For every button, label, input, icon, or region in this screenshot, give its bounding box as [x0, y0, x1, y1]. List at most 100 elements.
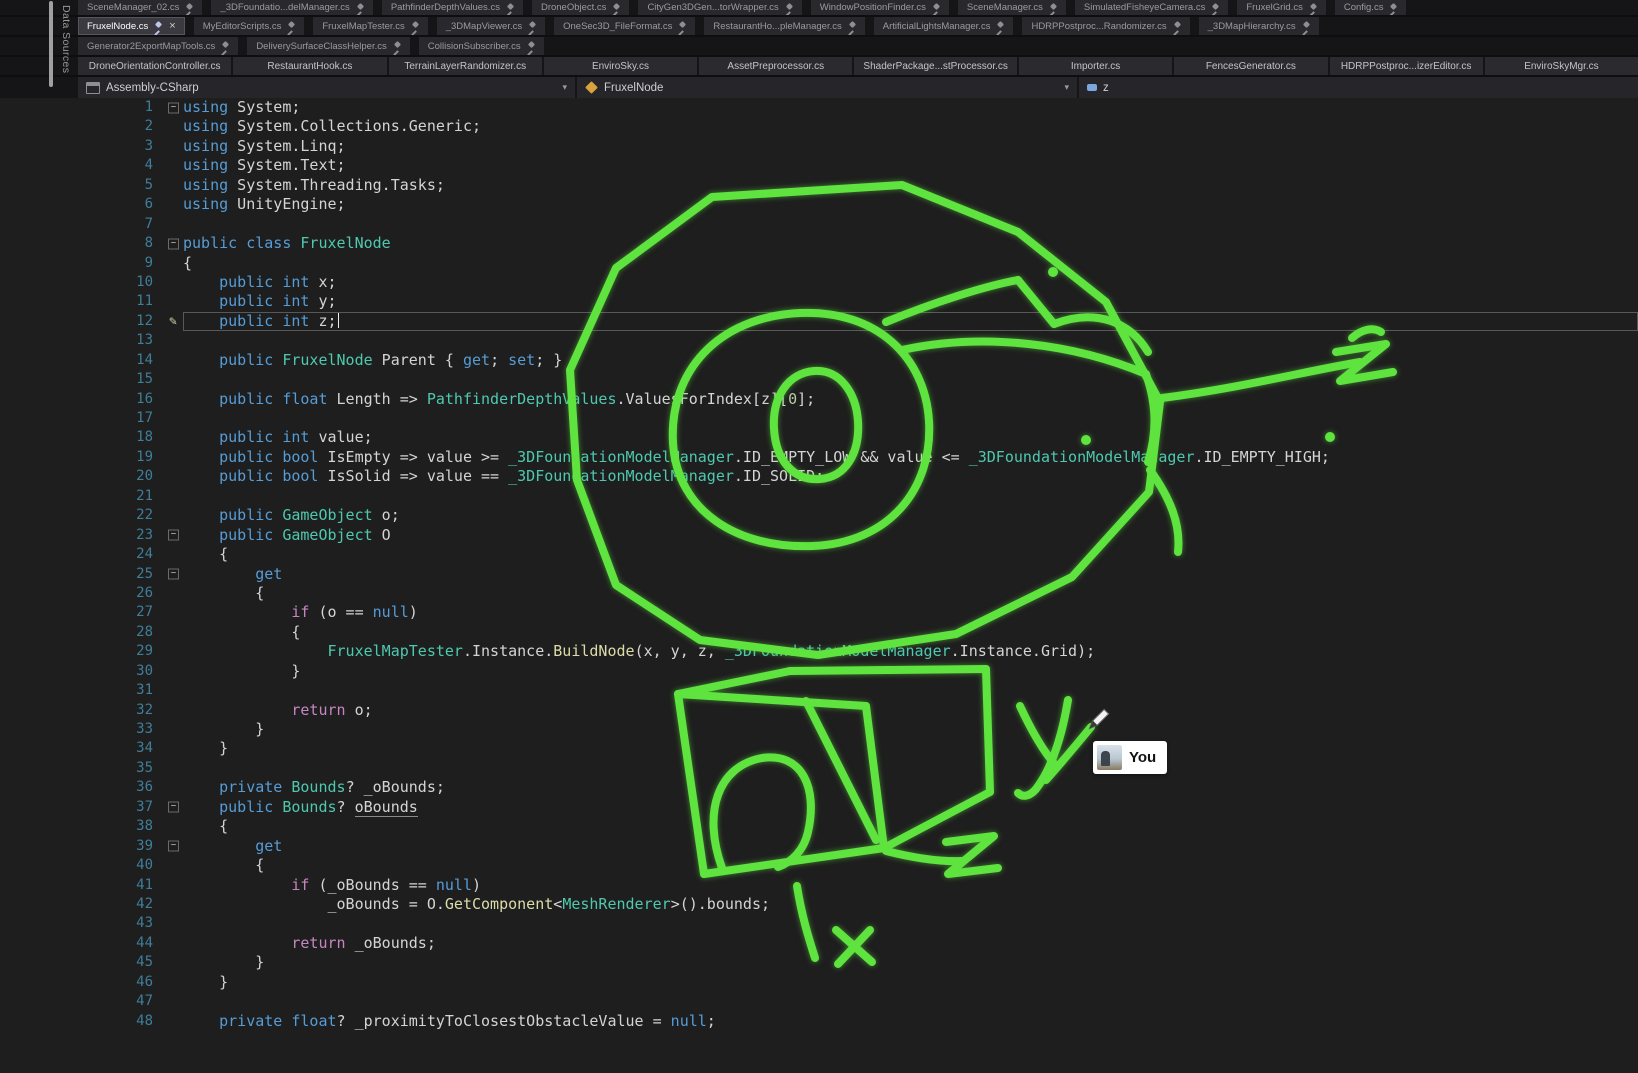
code-line[interactable]: 26 {: [0, 584, 1638, 603]
pin-icon[interactable]: [153, 21, 162, 31]
file-tab[interactable]: PathfinderDepthValues.cs: [382, 0, 523, 15]
pin-icon[interactable]: [1301, 21, 1310, 31]
code-line[interactable]: 11 public int y;: [0, 292, 1638, 311]
code-line[interactable]: 45 }: [0, 953, 1638, 972]
pin-icon[interactable]: [1210, 3, 1219, 13]
fold-toggle-icon[interactable]: [168, 802, 179, 813]
code-line[interactable]: 42 _oBounds = O.GetComponent<MeshRendere…: [0, 895, 1638, 914]
pin-icon[interactable]: [995, 21, 1004, 31]
fold-toggle-icon[interactable]: [168, 841, 179, 852]
code-editor[interactable]: 1using System;2using System.Collections.…: [0, 98, 1638, 1073]
code-line[interactable]: 14 public FruxelNode Parent { get; set; …: [0, 351, 1638, 370]
file-tab[interactable]: FruxelGrid.cs: [1237, 0, 1325, 15]
code-line[interactable]: 10 public int x;: [0, 273, 1638, 292]
code-line[interactable]: 25 get: [0, 565, 1638, 584]
file-tab[interactable]: Generator2ExportMapTools.cs: [78, 37, 238, 55]
file-tab[interactable]: TerrainLayerRandomizer.cs: [389, 57, 542, 75]
pin-icon[interactable]: [526, 41, 535, 51]
file-tab[interactable]: FruxelNode.cs×: [78, 17, 185, 35]
code-line[interactable]: 27 if (o == null): [0, 603, 1638, 622]
code-line[interactable]: 18 public int value;: [0, 428, 1638, 447]
fold-toggle-icon[interactable]: [168, 569, 179, 580]
code-line[interactable]: 3using System.Linq;: [0, 137, 1638, 156]
file-tab[interactable]: MyEditorScripts.cs: [194, 17, 305, 35]
file-tab[interactable]: OneSec3D_FileFormat.cs: [554, 17, 695, 35]
close-icon[interactable]: ×: [169, 20, 175, 32]
code-line[interactable]: 48 private float? _proximityToClosestObs…: [0, 1012, 1638, 1031]
code-line[interactable]: 16 public float Length => PathfinderDept…: [0, 390, 1638, 409]
pin-icon[interactable]: [677, 21, 686, 31]
file-tab[interactable]: FencesGenerator.cs: [1174, 57, 1327, 75]
code-line[interactable]: 47: [0, 992, 1638, 1011]
fold-toggle-icon[interactable]: [168, 530, 179, 541]
file-tab[interactable]: DeliverySurfaceClassHelper.cs: [247, 37, 409, 55]
pin-icon[interactable]: [392, 41, 401, 51]
code-line[interactable]: 43: [0, 914, 1638, 933]
file-tab[interactable]: _3DMapHierarchy.cs: [1199, 17, 1319, 35]
code-line[interactable]: 46 }: [0, 973, 1638, 992]
code-line[interactable]: 31: [0, 681, 1638, 700]
code-line[interactable]: 5using System.Threading.Tasks;: [0, 176, 1638, 195]
fold-toggle-icon[interactable]: [168, 102, 179, 113]
project-dropdown[interactable]: Assembly-CSharp: [78, 77, 575, 98]
file-tab[interactable]: RestaurantHo...pleManager.cs: [704, 17, 864, 35]
file-tab[interactable]: WindowPositionFinder.cs: [811, 0, 949, 15]
pin-icon[interactable]: [847, 21, 856, 31]
code-line[interactable]: 20 public bool IsSolid => value == _3DFo…: [0, 467, 1638, 486]
file-tab[interactable]: CityGen3DGen...torWrapper.cs: [638, 0, 801, 15]
file-tab[interactable]: DroneOrientationController.cs: [78, 57, 231, 75]
code-line[interactable]: 24 {: [0, 545, 1638, 564]
pin-icon[interactable]: [184, 3, 193, 13]
pin-icon[interactable]: [1388, 3, 1397, 13]
file-tab[interactable]: Config.cs: [1335, 0, 1407, 15]
file-tab[interactable]: AssetPreprocessor.cs: [699, 57, 852, 75]
code-line[interactable]: 38 {: [0, 817, 1638, 836]
sidebar-tab-data-sources[interactable]: Data Sources: [60, 5, 72, 73]
pin-icon[interactable]: [1308, 3, 1317, 13]
code-line[interactable]: 2using System.Collections.Generic;: [0, 117, 1638, 136]
type-dropdown[interactable]: FruxelNode: [577, 77, 1077, 98]
code-line[interactable]: 22 public GameObject o;: [0, 506, 1638, 525]
code-line[interactable]: 33 }: [0, 720, 1638, 739]
code-line[interactable]: 40 {: [0, 856, 1638, 875]
member-dropdown[interactable]: z: [1079, 77, 1638, 98]
file-tab[interactable]: HDRPPostproc...Randomizer.cs: [1022, 17, 1189, 35]
code-line[interactable]: 4using System.Text;: [0, 156, 1638, 175]
file-tab[interactable]: HDRPPostproc...izerEditor.cs: [1330, 57, 1483, 75]
pin-icon[interactable]: [527, 21, 536, 31]
file-tab[interactable]: Importer.cs: [1019, 57, 1172, 75]
chevron-down-icon[interactable]: [562, 82, 567, 93]
pin-icon[interactable]: [1172, 21, 1181, 31]
pin-icon[interactable]: [410, 21, 419, 31]
chevron-down-icon[interactable]: [1064, 82, 1069, 93]
file-tab[interactable]: _3DFoundatio...delManager.cs: [211, 0, 372, 15]
code-line[interactable]: 36 private Bounds? _oBounds;: [0, 778, 1638, 797]
file-tab[interactable]: ShaderPackage...stProcessor.cs: [854, 57, 1017, 75]
code-line[interactable]: 19 public bool IsEmpty => value >= _3DFo…: [0, 448, 1638, 467]
code-line[interactable]: 15: [0, 370, 1638, 389]
pin-icon[interactable]: [784, 3, 793, 13]
file-tab[interactable]: _3DMapViewer.cs: [437, 17, 545, 35]
file-tab[interactable]: RestaurantHook.cs: [233, 57, 386, 75]
code-line[interactable]: 23 public GameObject O: [0, 526, 1638, 545]
code-line[interactable]: 39 get: [0, 837, 1638, 856]
code-line[interactable]: 9{: [0, 254, 1638, 273]
code-line[interactable]: 17: [0, 409, 1638, 428]
code-line[interactable]: 1using System;: [0, 98, 1638, 117]
file-tab[interactable]: DroneObject.cs: [532, 0, 629, 15]
code-line[interactable]: 13: [0, 331, 1638, 350]
code-line[interactable]: 41 if (_oBounds == null): [0, 876, 1638, 895]
code-line[interactable]: 34 }: [0, 739, 1638, 758]
code-line[interactable]: 12 public int z;: [0, 312, 1638, 331]
file-tab[interactable]: CollisionSubscriber.cs: [419, 37, 544, 55]
pin-icon[interactable]: [286, 21, 295, 31]
fold-toggle-icon[interactable]: [168, 238, 179, 249]
code-line[interactable]: 35: [0, 759, 1638, 778]
file-tab[interactable]: ArtificialLightsManager.cs: [874, 17, 1014, 35]
code-line[interactable]: 29 FruxelMapTester.Instance.BuildNode(x,…: [0, 642, 1638, 661]
code-line[interactable]: 7: [0, 215, 1638, 234]
file-tab[interactable]: EnviroSkyMgr.cs: [1485, 57, 1638, 75]
file-tab[interactable]: SimulatedFisheyeCamera.cs: [1075, 0, 1228, 15]
code-line[interactable]: 6using UnityEngine;: [0, 195, 1638, 214]
pin-icon[interactable]: [220, 41, 229, 51]
